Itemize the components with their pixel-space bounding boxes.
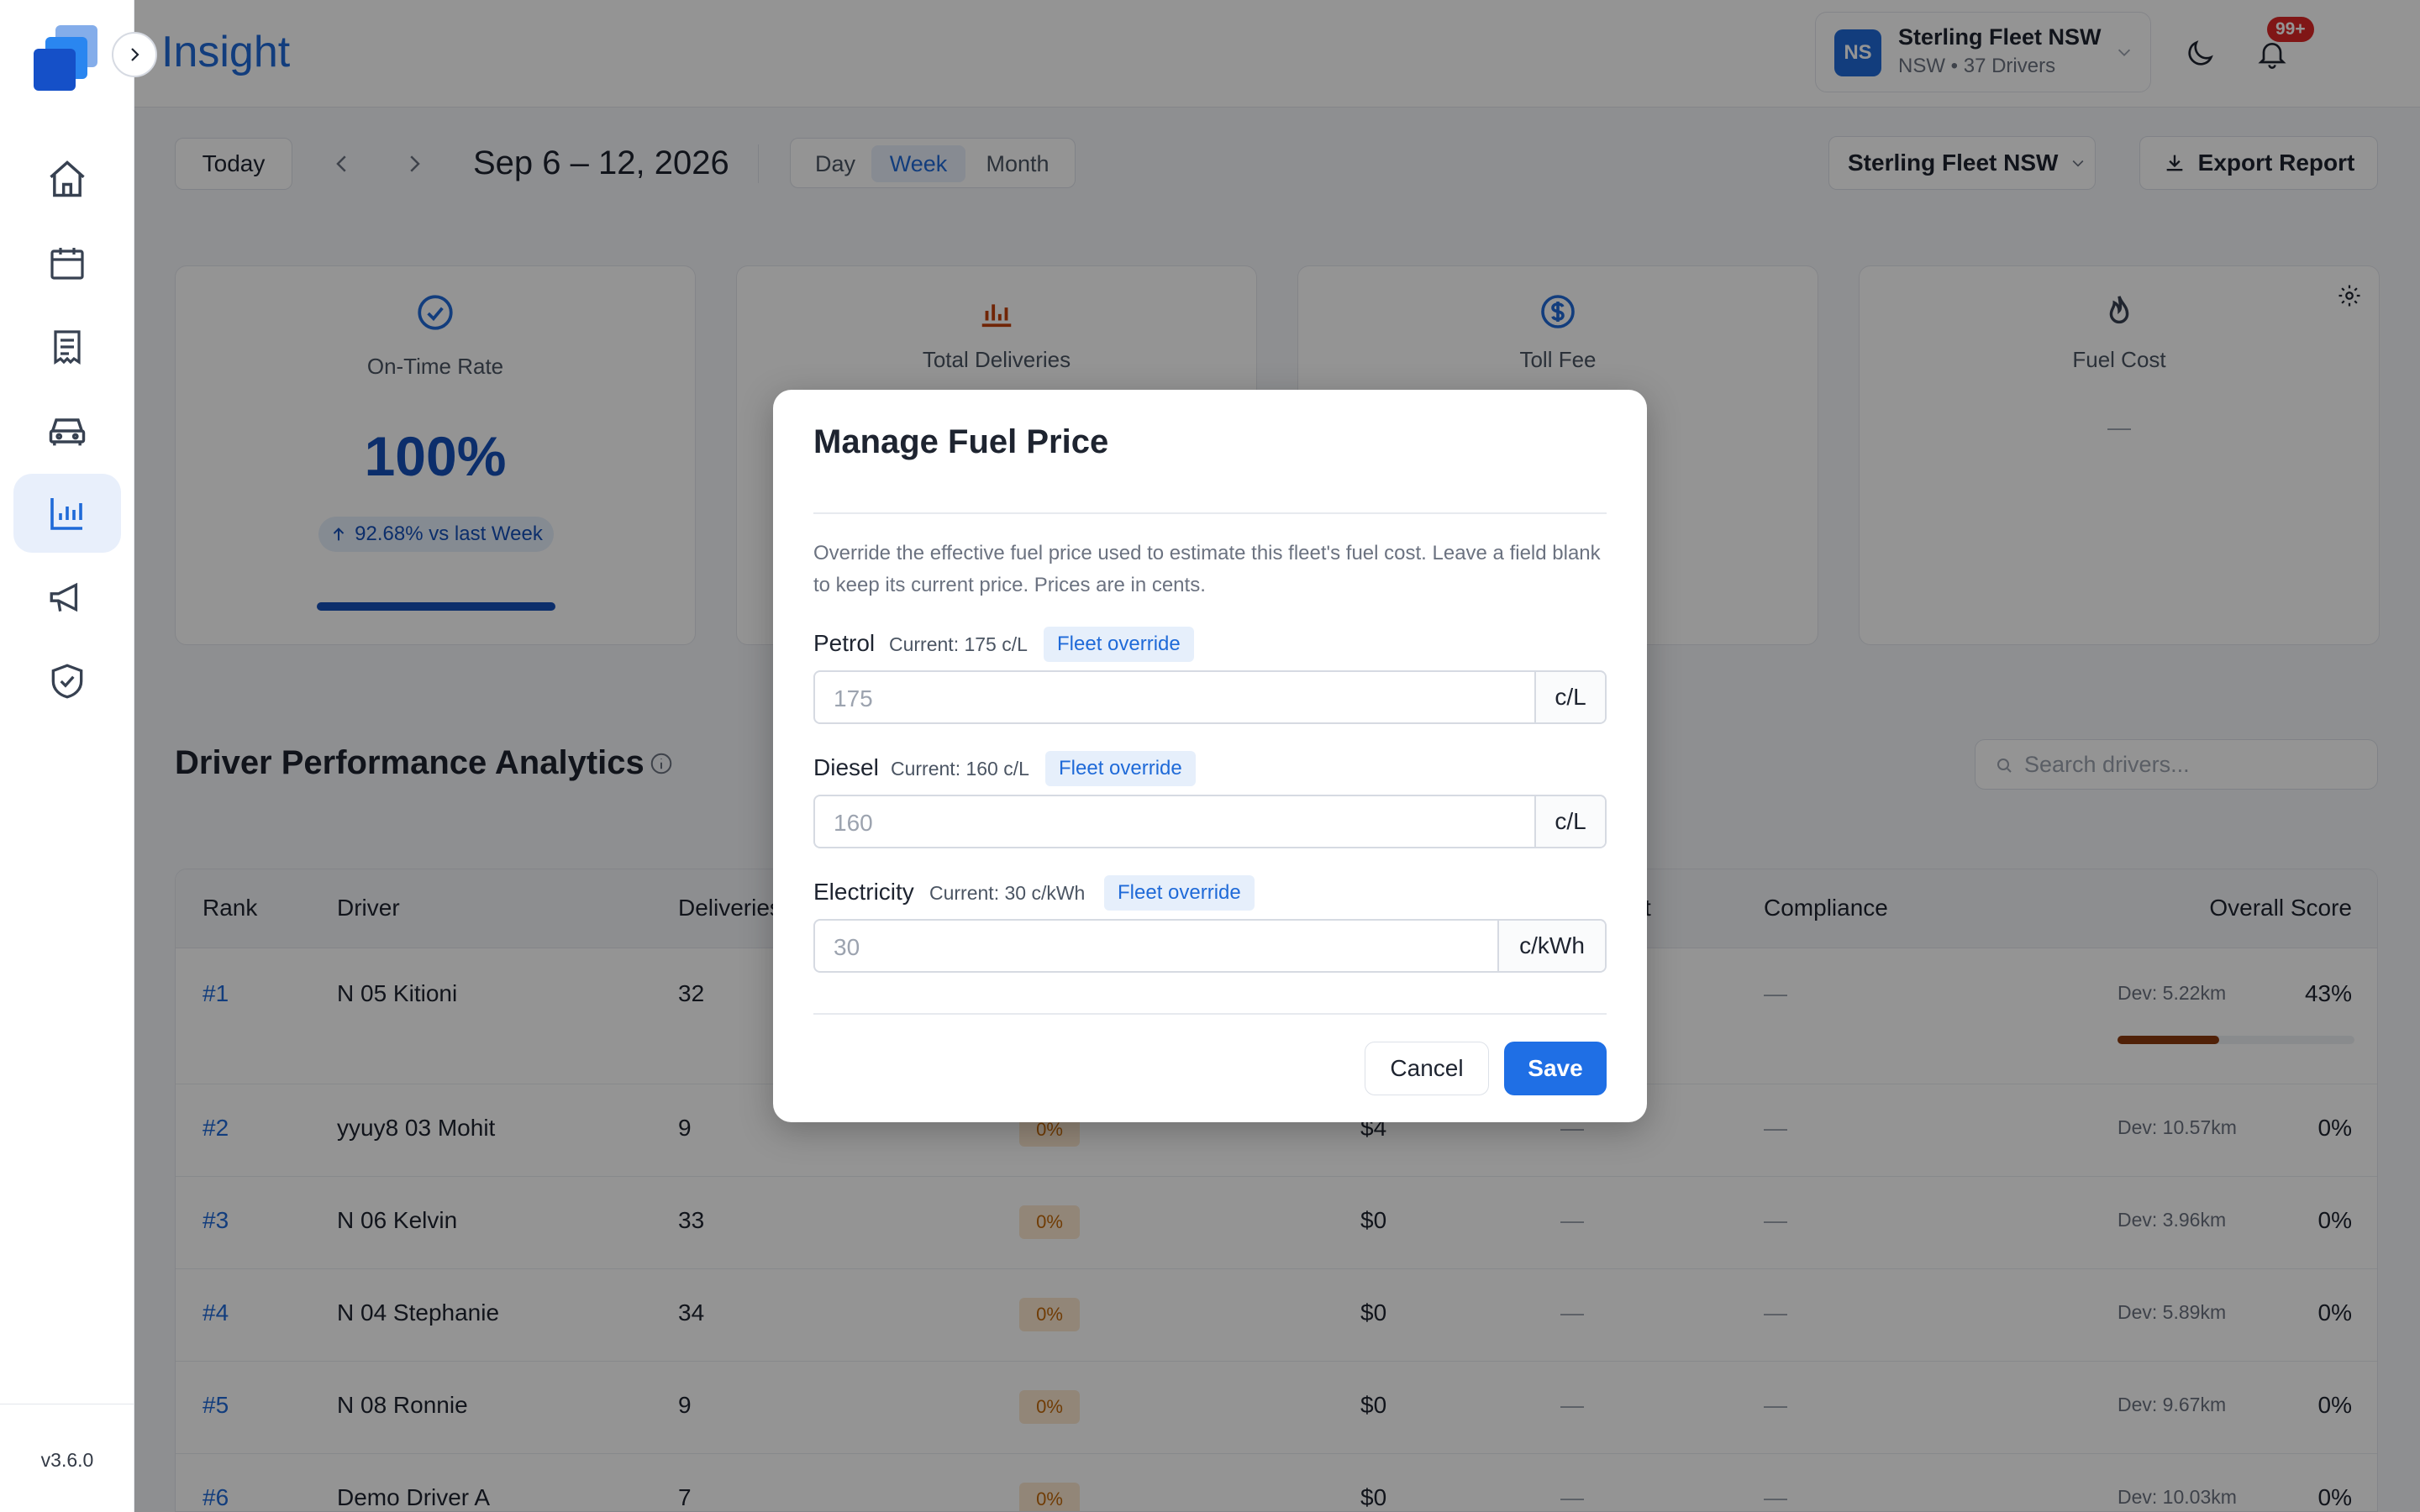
petrol-current: Current: 175 c/L xyxy=(889,633,1028,655)
sidebar-item-vehicles[interactable] xyxy=(13,391,121,470)
electricity-label: Electricity xyxy=(813,879,914,905)
calendar-icon xyxy=(50,248,84,280)
electricity-current: Current: 30 c/kWh xyxy=(929,882,1086,904)
dialog-title: Manage Fuel Price xyxy=(813,423,1109,460)
car-icon xyxy=(49,418,86,446)
save-button[interactable]: Save xyxy=(1504,1042,1607,1095)
electricity-price-input[interactable]: 30 c/kWh xyxy=(813,919,1607,973)
petrol-price-input[interactable]: 175 c/L xyxy=(813,670,1607,724)
petrol-placeholder: 175 xyxy=(834,685,873,711)
app-version: v3.6.0 xyxy=(40,1449,94,1471)
petrol-label: Petrol xyxy=(813,630,876,656)
cancel-button[interactable]: Cancel xyxy=(1365,1042,1489,1095)
shield-check-icon xyxy=(51,664,83,699)
chart-icon xyxy=(50,498,82,530)
sidebar-item-invoices[interactable] xyxy=(13,307,121,386)
sidebar-item-analytics[interactable] xyxy=(13,474,121,553)
electricity-unit: c/kWh xyxy=(1497,921,1605,971)
megaphone-icon xyxy=(50,582,78,612)
diesel-price-input[interactable]: 160 c/L xyxy=(813,795,1607,848)
diesel-unit: c/L xyxy=(1534,796,1605,847)
invoice-icon xyxy=(54,330,81,365)
electricity-placeholder: 30 xyxy=(834,934,860,960)
sidebar-item-compliance[interactable] xyxy=(13,642,121,721)
sidebar-item-home[interactable] xyxy=(13,139,121,218)
chevron-right-icon xyxy=(131,48,139,61)
dialog-description: Override the effective fuel price used t… xyxy=(813,542,1601,596)
diesel-override-tag: Fleet override xyxy=(1045,751,1196,786)
diesel-placeholder: 160 xyxy=(834,810,873,836)
app-logo[interactable] xyxy=(30,22,103,94)
petrol-override-tag: Fleet override xyxy=(1044,627,1194,662)
home-icon xyxy=(50,160,85,197)
sidebar-toggle-button[interactable] xyxy=(112,32,157,77)
sidebar-item-campaigns[interactable] xyxy=(13,558,121,637)
electricity-override-tag: Fleet override xyxy=(1104,875,1255,911)
manage-fuel-price-dialog: Manage Fuel Price Override the effective… xyxy=(773,390,1647,1122)
dialog-footer-divider xyxy=(813,1013,1607,1015)
sidebar-item-calendar[interactable] xyxy=(13,223,121,302)
diesel-label: Diesel xyxy=(813,754,879,780)
diesel-current: Current: 160 c/L xyxy=(891,758,1029,780)
dialog-divider xyxy=(813,512,1607,514)
petrol-unit: c/L xyxy=(1534,672,1605,722)
sidebar: v3.6.0 xyxy=(0,0,134,1512)
